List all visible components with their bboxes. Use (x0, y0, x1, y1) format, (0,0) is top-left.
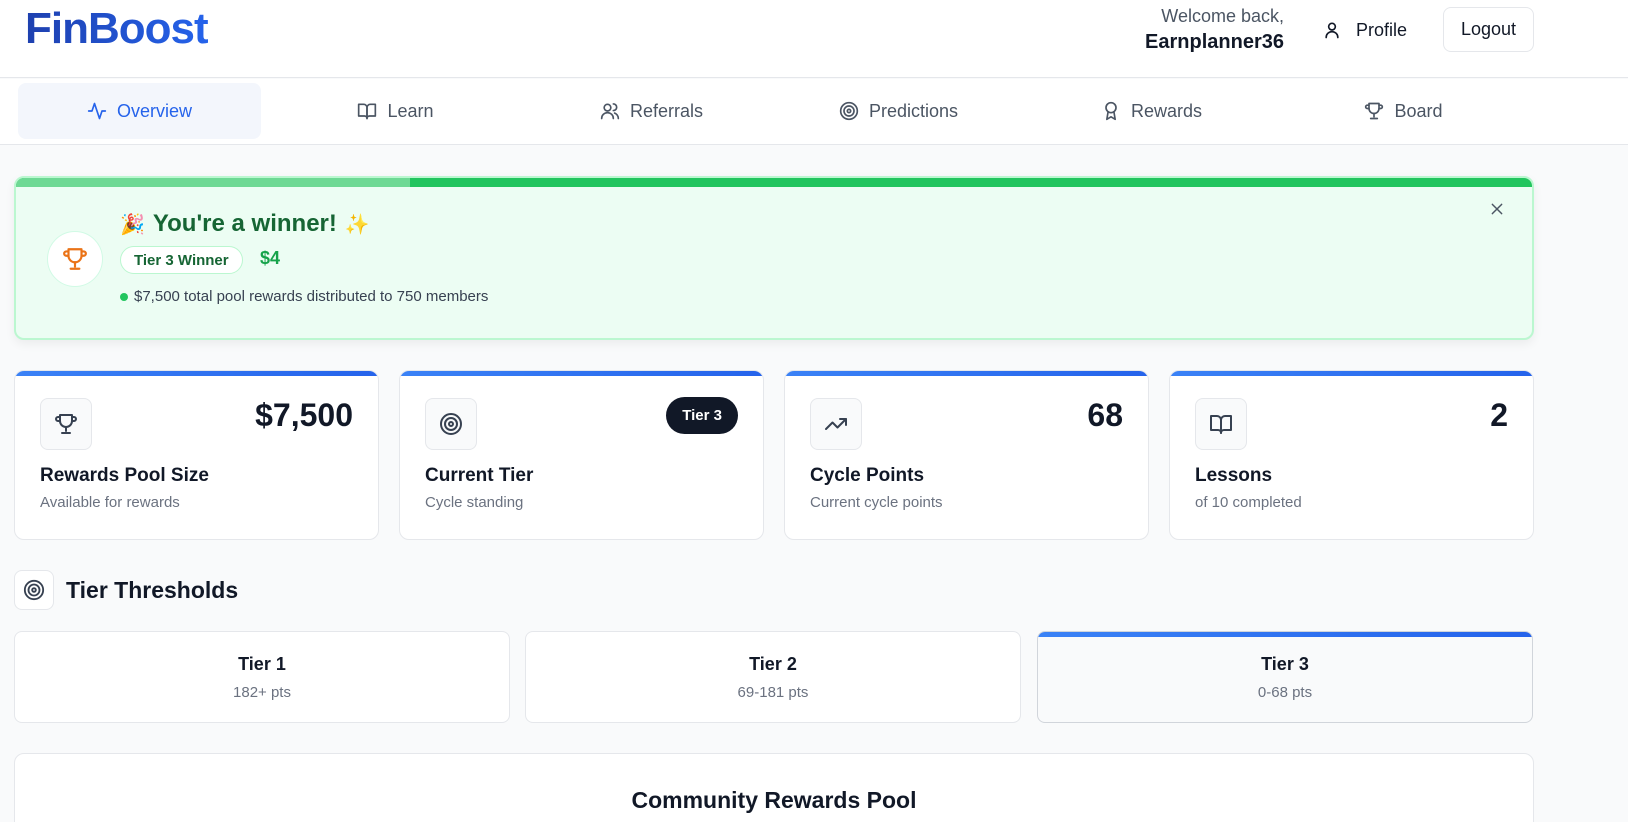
tier-range: 182+ pts (233, 684, 291, 701)
tab-label: Rewards (1130, 100, 1203, 121)
main-nav: Overview Learn Referrals Predictions Rew… (0, 79, 1628, 145)
welcome-block: Welcome back, Earnplanner36 (1145, 4, 1284, 56)
sparkles-icon: ✨ (344, 213, 370, 236)
tab-label: Board (1394, 100, 1443, 121)
tier-range: 69-181 pts (737, 684, 809, 701)
card-icon-box (1195, 398, 1247, 450)
current-tier-badge: Tier 3 (666, 397, 738, 434)
winner-title: 🎉 You're a winner! ✨ (120, 210, 370, 238)
card-icon-box (810, 398, 862, 450)
section-icon-box (14, 570, 54, 610)
card-title: Rewards Pool Size (40, 465, 209, 486)
user-icon (1325, 22, 1339, 39)
trending-up-icon (825, 418, 847, 430)
stat-card-cycle-points: 68 Cycle Points Current cycle points (784, 370, 1149, 540)
users-icon (600, 103, 620, 120)
tier-name: Tier 1 (238, 654, 286, 674)
pool-distribution-note: $7,500 total pool rewards distributed to… (120, 288, 488, 305)
book-open-icon (358, 103, 377, 120)
tab-learn[interactable]: Learn (274, 83, 517, 139)
card-subtitle: Current cycle points (810, 494, 943, 511)
tab-label: Predictions (868, 100, 959, 121)
card-title: Lessons (1195, 465, 1273, 486)
trophy-icon (1365, 102, 1384, 120)
tier-card-2: Tier 2 69-181 pts (525, 631, 1021, 723)
stat-card-current-tier: Tier 3 Current Tier Cycle standing (399, 370, 764, 540)
profile-button[interactable]: Profile (1316, 12, 1413, 48)
book-open-icon (1210, 415, 1232, 434)
card-subtitle: of 10 completed (1195, 494, 1302, 511)
status-dot (120, 292, 128, 301)
stat-card-rewards-pool: $7,500 Rewards Pool Size Available for r… (14, 370, 379, 540)
activity-icon (87, 102, 107, 120)
card-subtitle: Available for rewards (40, 494, 180, 511)
tab-label: Overview (116, 100, 192, 121)
winner-banner: 🎉 You're a winner! ✨ Tier 3 Winner $4 $7… (14, 176, 1534, 340)
tier-name: Tier 2 (749, 654, 797, 674)
username: Earnplanner36 (1145, 31, 1284, 53)
target-icon (23, 579, 45, 601)
tab-rewards[interactable]: Rewards (1030, 83, 1273, 139)
trophy-icon (55, 414, 77, 434)
community-pool-title: Community Rewards Pool (631, 787, 917, 813)
tab-label: Referrals (629, 100, 704, 121)
card-accent-bar (1170, 371, 1533, 376)
tier-name: Tier 3 (1261, 654, 1309, 674)
winner-amount: $4 (260, 248, 281, 268)
card-accent-bar (400, 371, 763, 376)
community-rewards-pool-card: Community Rewards Pool (14, 753, 1534, 822)
card-accent-bar (785, 371, 1148, 376)
card-title: Cycle Points (810, 465, 925, 486)
profile-label: Profile (1356, 19, 1408, 40)
current-tier-accent-bar (1038, 632, 1532, 637)
card-icon-box (40, 398, 92, 450)
tab-label: Learn (387, 100, 434, 121)
tab-referrals[interactable]: Referrals (530, 83, 773, 139)
card-icon-box (425, 398, 477, 450)
logout-button[interactable]: Logout (1443, 7, 1534, 52)
close-icon (1491, 203, 1503, 215)
winner-title-text: You're a winner! (152, 210, 337, 237)
tier-thresholds-title: Tier Thresholds (66, 577, 239, 603)
card-accent-bar (15, 371, 378, 376)
banner-progress-bar (16, 178, 1532, 187)
tab-overview[interactable]: Overview (18, 83, 261, 139)
card-subtitle: Cycle standing (425, 494, 524, 511)
close-banner-button[interactable] (1486, 198, 1508, 220)
target-icon (440, 413, 462, 435)
lessons-value: 2 (1490, 397, 1508, 433)
winner-trophy (47, 231, 103, 287)
logo-text: FinBoost (25, 4, 209, 53)
finboost-logo[interactable]: FinBoost (25, 4, 209, 54)
party-icon: 🎉 (120, 213, 145, 236)
trophy-icon (63, 248, 87, 270)
tier-card-1: Tier 1 182+ pts (14, 631, 510, 723)
target-icon (839, 101, 859, 121)
tier-card-3-current: Tier 3 0-68 pts (1037, 631, 1533, 723)
banner-progress-fill (16, 178, 411, 187)
tab-predictions[interactable]: Predictions (777, 83, 1020, 139)
tier-winner-badge: Tier 3 Winner (120, 246, 243, 274)
award-icon (1105, 101, 1117, 121)
top-header: FinBoost Welcome back, Earnplanner36 Pro… (0, 0, 1628, 78)
rewards-pool-value: $7,500 (255, 397, 353, 433)
tier-range: 0-68 pts (1257, 684, 1313, 701)
pool-note-text: $7,500 total pool rewards distributed to… (134, 288, 489, 305)
tab-board[interactable]: Board (1282, 83, 1525, 139)
cycle-points-value: 68 (1087, 397, 1123, 433)
welcome-line: Welcome back, (1161, 6, 1284, 26)
stat-card-lessons: 2 Lessons of 10 completed (1169, 370, 1534, 540)
card-title: Current Tier (425, 465, 534, 486)
